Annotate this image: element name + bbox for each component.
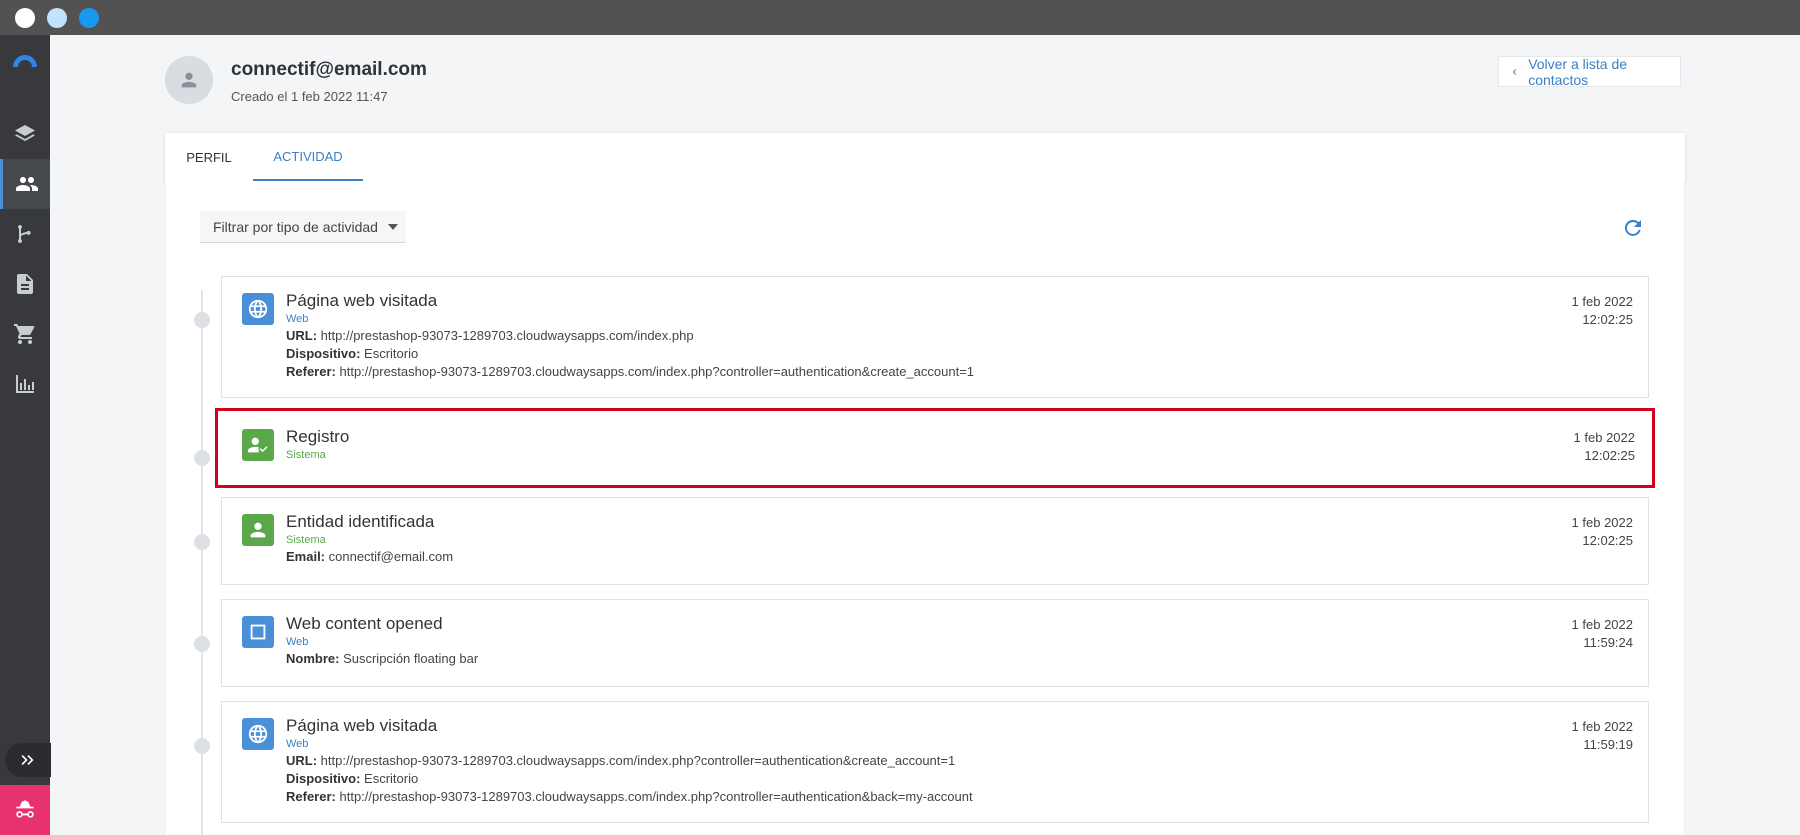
tabs-bar: PERFIL ACTIVIDAD	[165, 133, 1685, 181]
activity-timestamp: 1 feb 2022 12:02:25	[1571, 294, 1633, 327]
bar-chart-icon	[16, 375, 34, 393]
activity-icon	[242, 293, 274, 325]
activity-category: Sistema	[286, 449, 326, 461]
activity-item[interactable]: Página web visitada Web URL: http://pres…	[221, 276, 1649, 398]
activity-icon	[242, 718, 274, 750]
chevron-left-icon	[1512, 68, 1517, 75]
user-check-icon	[247, 437, 268, 453]
activity-detail: Dispositivo: Escritorio	[286, 346, 419, 361]
activity-item[interactable]: Entidad identificada Sistema Email: conn…	[221, 497, 1649, 585]
app-logo-icon[interactable]	[10, 49, 40, 69]
person-icon	[250, 522, 266, 538]
document-icon	[17, 274, 33, 294]
activity-detail: Referer: http://prestashop-93073-1289703…	[286, 364, 975, 379]
sidebar-item-workflows[interactable]	[0, 209, 50, 259]
activity-timestamp: 1 feb 2022 11:59:24	[1571, 617, 1633, 650]
sidebar-item-contacts[interactable]	[0, 159, 50, 209]
incognito-button[interactable]	[0, 785, 50, 835]
activity-type-filter-label: Filtrar por tipo de actividad	[213, 218, 378, 235]
back-to-contacts-button[interactable]: Volver a lista de contactos	[1498, 55, 1681, 88]
timeline-dot	[194, 636, 210, 652]
contact-created-date: Creado el 1 feb 2022 11:47	[231, 89, 388, 104]
layers-icon	[15, 125, 35, 141]
refresh-button[interactable]	[1621, 216, 1645, 240]
double-chevron-right-icon	[21, 755, 34, 765]
timeline-dot	[194, 738, 210, 754]
workflow-icon	[18, 225, 31, 244]
globe-icon	[248, 299, 268, 319]
square-icon	[250, 624, 266, 640]
activity-detail: URL: http://prestashop-93073-1289703.clo…	[286, 328, 694, 343]
activity-detail: URL: http://prestashop-93073-1289703.clo…	[286, 753, 956, 768]
window-minimize-dot[interactable]	[47, 8, 67, 28]
sidebar-expand-button[interactable]	[5, 743, 51, 777]
activity-detail: Nombre: Suscripción floating bar	[286, 651, 479, 666]
tab-actividad[interactable]: ACTIVIDAD	[253, 133, 363, 181]
activity-title: Registro	[286, 427, 350, 446]
back-to-contacts-label: Volver a lista de contactos	[1528, 55, 1628, 88]
sidebar-item-reports[interactable]	[0, 359, 50, 409]
activity-timestamp: 1 feb 2022 12:02:25	[1573, 430, 1635, 463]
tab-perfil[interactable]: PERFIL	[165, 133, 253, 181]
sidebar-item-store[interactable]	[0, 309, 50, 359]
activity-timestamp: 1 feb 2022 12:02:25	[1571, 515, 1633, 548]
activity-category: Web	[286, 738, 309, 750]
contact-email-title: connectif@email.com	[231, 59, 427, 80]
window-maximize-dot[interactable]	[79, 8, 99, 28]
activity-category: Web	[286, 636, 309, 648]
activity-category: Web	[286, 313, 309, 325]
timeline-dot	[194, 450, 210, 466]
activity-type-filter[interactable]: Filtrar por tipo de actividad	[200, 211, 406, 243]
activity-category: Sistema	[286, 534, 326, 546]
timeline-dot	[194, 534, 210, 550]
sidebar	[0, 35, 51, 835]
cart-icon	[14, 324, 35, 344]
activity-detail: Email: connectif@email.com	[286, 549, 454, 564]
contacts-icon	[15, 177, 38, 191]
incognito-icon	[16, 800, 34, 818]
sidebar-item-content[interactable]	[0, 259, 50, 309]
activity-detail: Referer: http://prestashop-93073-1289703…	[286, 789, 973, 804]
activity-title: Página web visitada	[286, 716, 438, 735]
activity-item-highlighted[interactable]: Registro Sistema 1 feb 2022 12:02:25	[215, 408, 1655, 488]
activity-icon	[242, 616, 274, 648]
caret-down-icon	[388, 224, 398, 230]
timeline-dot	[194, 312, 210, 328]
activity-icon	[242, 429, 274, 461]
sidebar-item-segments[interactable]	[0, 109, 50, 159]
refresh-icon	[1624, 219, 1641, 236]
activity-title: Web content opened	[286, 614, 443, 633]
activity-icon	[242, 514, 274, 546]
window-close-dot[interactable]	[15, 8, 35, 28]
person-icon	[181, 72, 197, 88]
globe-icon	[248, 724, 268, 744]
activity-title: Entidad identificada	[286, 512, 435, 531]
contact-avatar	[165, 56, 213, 104]
window-title-bar	[0, 0, 1800, 35]
activity-title: Página web visitada	[286, 291, 438, 310]
activity-detail: Dispositivo: Escritorio	[286, 771, 419, 786]
activity-item[interactable]: Página web visitada Web URL: http://pres…	[221, 701, 1649, 823]
activity-item[interactable]: Web content opened Web Nombre: Suscripci…	[221, 599, 1649, 687]
activity-timestamp: 1 feb 2022 11:59:19	[1571, 719, 1633, 752]
